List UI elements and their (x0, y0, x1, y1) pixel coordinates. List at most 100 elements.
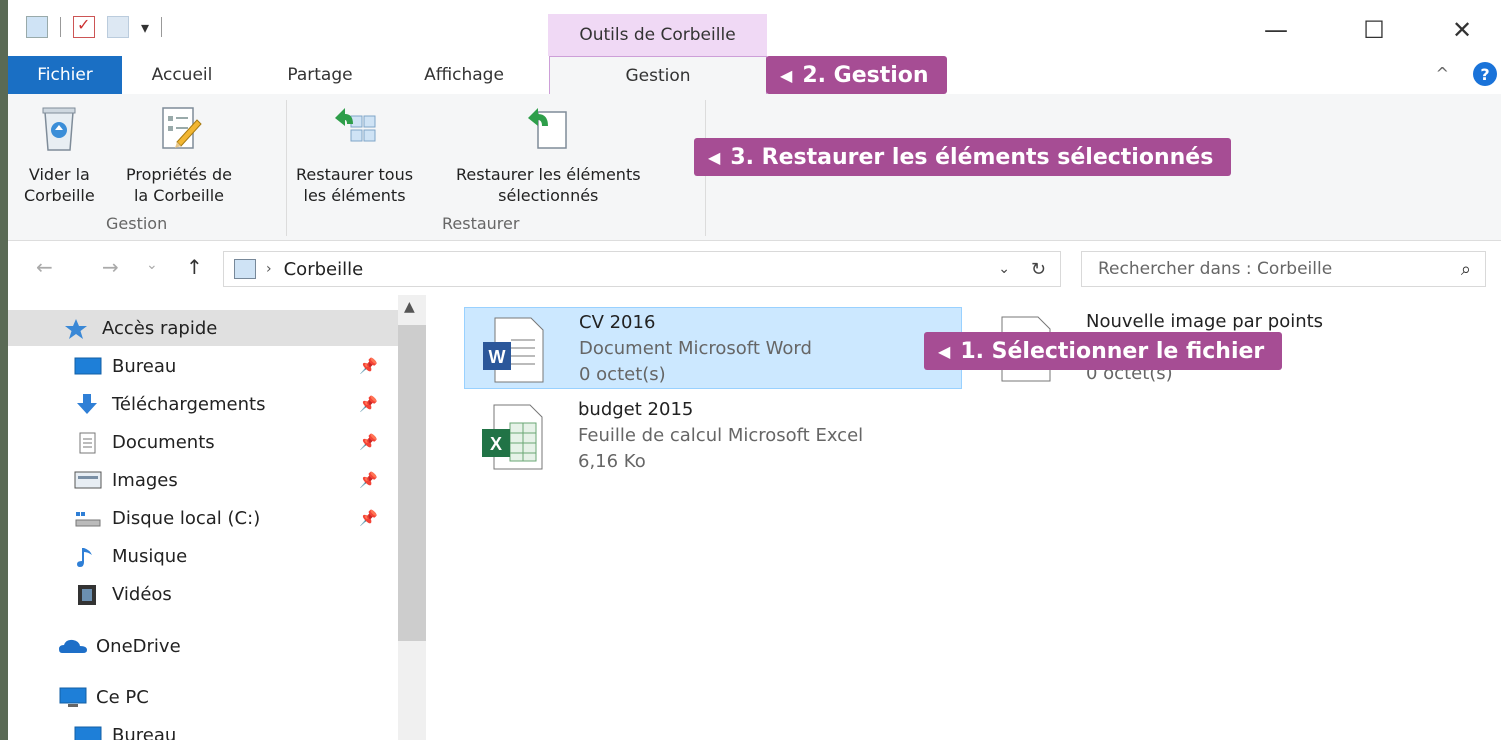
breadcrumb-separator[interactable]: › (266, 261, 272, 277)
sidebar-item-label: Vidéos (112, 583, 172, 605)
pin-icon[interactable]: 📌 (359, 509, 378, 527)
empty-bin-label-1: Vider la (28, 165, 90, 184)
sidebar-item-downloads[interactable]: Téléchargements 📌 (8, 386, 398, 422)
tab-share[interactable]: Partage (270, 56, 370, 94)
ribbon-tabs: Fichier Accueil Partage Affichage Gestio… (8, 56, 1501, 95)
restore-all-button[interactable]: Restaurer tous les éléments (296, 104, 413, 206)
sidebar-item-label: Bureau (112, 724, 177, 740)
file-item-word[interactable]: W CV 2016 Document Microsoft Word 0 octe… (464, 307, 962, 389)
recycle-bin-icon[interactable] (26, 16, 48, 38)
recent-locations-button[interactable]: ⌄ (146, 257, 158, 273)
callout-text: 1. Sélectionner le fichier (960, 338, 1265, 364)
onedrive-icon (58, 636, 87, 656)
refresh-icon[interactable]: ↻ (1031, 259, 1046, 280)
recycle-bin-properties-button[interactable]: Propriétés de la Corbeille (126, 104, 232, 206)
close-button[interactable]: ✕ (1432, 10, 1492, 50)
tab-manage[interactable]: Gestion (549, 56, 767, 95)
tab-view[interactable]: Affichage (408, 56, 520, 94)
restore-selected-label-1: Restaurer les éléments (456, 165, 641, 184)
group-separator (286, 100, 287, 236)
sidebar-item-documents[interactable]: Documents 📌 (8, 424, 398, 460)
back-button[interactable]: ← (36, 255, 53, 279)
address-bar[interactable]: › Corbeille ⌄ ↻ (223, 251, 1061, 287)
maximize-button[interactable]: ☐ (1344, 10, 1404, 50)
restore-all-label-1: Restaurer tous (296, 165, 414, 184)
tab-file[interactable]: Fichier (8, 56, 122, 94)
restore-all-icon (331, 104, 379, 154)
pin-icon[interactable]: 📌 (359, 433, 378, 451)
file-name: budget 2015 (578, 399, 694, 420)
group-label-restore: Restaurer (442, 214, 520, 233)
desktop-icon (74, 725, 102, 740)
scrollbar-thumb[interactable] (398, 325, 426, 641)
callout-arrow-icon: ◀ (708, 147, 721, 167)
file-size: 0 octet(s) (579, 364, 666, 385)
properties-icon[interactable] (73, 15, 95, 38)
video-icon (74, 584, 100, 605)
breadcrumb-location[interactable]: Corbeille (284, 259, 364, 280)
navigation-scrollbar[interactable]: ▲ (398, 295, 426, 740)
sidebar-item-local-disk[interactable]: Disque local (C:) 📌 (8, 500, 398, 536)
properties-page-icon (155, 104, 203, 154)
pin-icon[interactable]: 📌 (359, 395, 378, 413)
restore-all-label-2: les éléments (303, 186, 406, 205)
sidebar-item-onedrive[interactable]: OneDrive (8, 628, 398, 664)
search-icon[interactable]: ⌕ (1461, 259, 1471, 280)
pin-icon[interactable]: 📌 (359, 357, 378, 375)
search-input[interactable]: Rechercher dans : Corbeille ⌕ (1081, 251, 1486, 287)
sidebar-item-music[interactable]: Musique (8, 538, 398, 574)
sidebar-item-label: Téléchargements (112, 393, 266, 415)
music-icon (74, 546, 100, 567)
context-tab-label: Outils de Corbeille (548, 14, 767, 56)
minimize-button[interactable]: — (1246, 10, 1306, 50)
sidebar-item-label: Documents (112, 431, 215, 453)
sidebar-item-label: Accès rapide (102, 317, 218, 339)
drive-icon (74, 508, 101, 528)
quick-access-toolbar: ▾ (26, 15, 163, 38)
customize-toolbar-dropdown[interactable]: ▾ (141, 18, 149, 37)
callout-step-1: ◀ 1. Sélectionner le fichier (924, 332, 1283, 370)
collapse-ribbon-icon[interactable]: ^ (1436, 64, 1449, 83)
empty-recycle-bin-button[interactable]: Vider la Corbeille (24, 104, 95, 206)
search-placeholder: Rechercher dans : Corbeille (1098, 259, 1333, 279)
pc-icon (58, 687, 87, 707)
file-name: Nouvelle image par points (1086, 311, 1324, 332)
callout-arrow-icon: ◀ (780, 65, 793, 85)
properties-label-2: la Corbeille (133, 186, 224, 205)
empty-bin-icon (35, 104, 83, 154)
word-document-icon: W (481, 316, 547, 384)
sidebar-item-videos[interactable]: Vidéos (8, 576, 398, 612)
title-bar: ▾ Outils de Corbeille — ☐ ✕ (8, 0, 1501, 56)
help-icon[interactable]: ? (1473, 62, 1497, 86)
file-type: Feuille de calcul Microsoft Excel (578, 425, 864, 446)
sidebar-item-label: Ce PC (96, 686, 149, 708)
file-size: 6,16 Ko (578, 451, 646, 472)
up-button[interactable]: ↑ (186, 255, 203, 279)
address-dropdown-icon[interactable]: ⌄ (998, 261, 1010, 277)
sidebar-item-quick-access[interactable]: Accès rapide (8, 310, 398, 346)
properties-label-1: Propriétés de (126, 165, 232, 184)
sidebar-item-label: Bureau (112, 355, 177, 377)
callout-step-2: ◀ 2. Gestion (766, 56, 947, 94)
sidebar-item-images[interactable]: Images 📌 (8, 462, 398, 498)
tab-home[interactable]: Accueil (132, 56, 232, 94)
toolbar-separator (161, 17, 163, 37)
restore-selected-button[interactable]: Restaurer les éléments sélectionnés (456, 104, 641, 206)
scroll-up-icon[interactable]: ▲ (404, 299, 415, 315)
new-folder-icon[interactable] (107, 16, 129, 38)
sidebar-item-desktop[interactable]: Bureau 📌 (8, 348, 398, 384)
svg-text:W: W (489, 347, 506, 367)
sidebar-item-this-pc[interactable]: Ce PC (8, 679, 398, 715)
forward-button[interactable]: → (102, 255, 119, 279)
empty-bin-label-2: Corbeille (24, 186, 95, 205)
recycle-bin-icon (234, 259, 256, 279)
restore-selected-icon (524, 104, 572, 154)
callout-text: 2. Gestion (802, 62, 929, 88)
sidebar-item-label: Images (112, 469, 178, 491)
file-item-excel[interactable]: X budget 2015 Feuille de calcul Microsof… (464, 395, 962, 477)
file-type: Document Microsoft Word (579, 338, 812, 359)
callout-step-3: ◀ 3. Restaurer les éléments sélectionnés (694, 138, 1232, 176)
sidebar-item-desktop[interactable]: Bureau (8, 717, 398, 740)
file-explorer-window: ▾ Outils de Corbeille — ☐ ✕ Fichier Accu… (8, 0, 1501, 740)
pin-icon[interactable]: 📌 (359, 471, 378, 489)
